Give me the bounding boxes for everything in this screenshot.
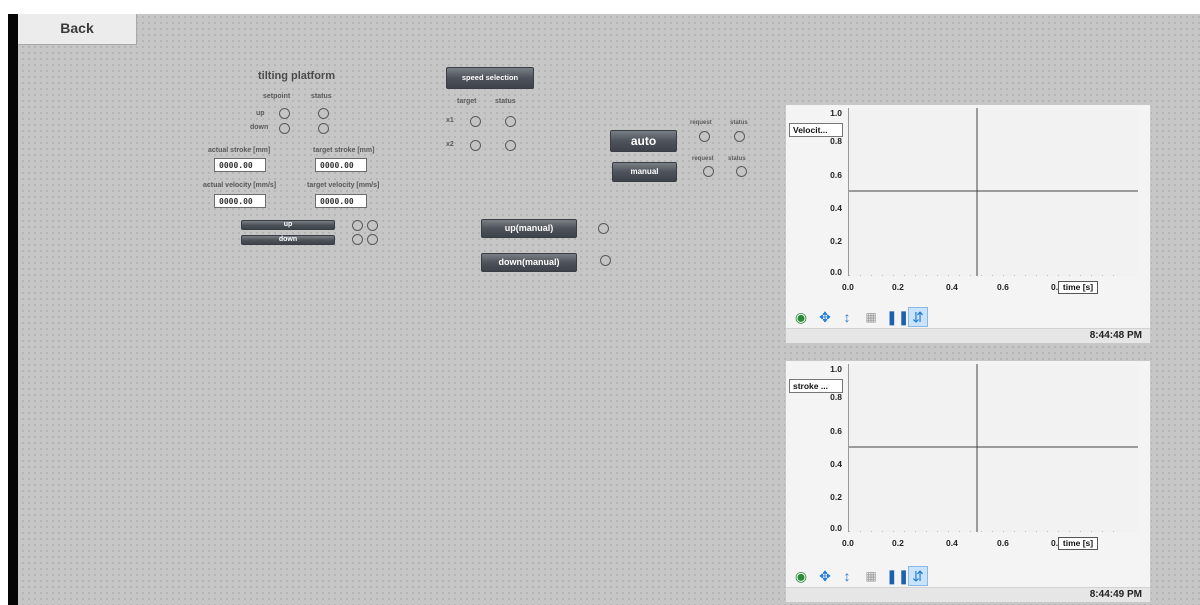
scale-icon[interactable]: ↕ (838, 567, 856, 585)
ruler-icon[interactable]: ⇵ (908, 566, 928, 586)
down-status-indicator (318, 123, 329, 134)
x-tick: 0.6 (997, 538, 1009, 548)
trend-time: 8:44:48 PM (1089, 330, 1142, 341)
trend-time: 8:44:49 PM (1089, 589, 1142, 600)
y-tick: 0.4 (830, 459, 842, 469)
manual-status-header: status (728, 156, 746, 162)
speed-row2-label: x2 (446, 141, 454, 148)
speed-row1-label: x1 (446, 117, 454, 124)
y-tick: 0.6 (830, 426, 842, 436)
trend-grid (849, 364, 1138, 532)
y-tick: 0.0 (830, 267, 842, 277)
x-tick: 0.4 (946, 538, 958, 548)
x-tick: 0.4 (946, 282, 958, 292)
speed2-status-indicator (505, 140, 516, 151)
auto-status-indicator (734, 131, 745, 142)
down-manual-indicator (600, 255, 611, 266)
up-indicator-2 (367, 220, 378, 231)
target-stroke-field[interactable]: 0000.00 (315, 158, 367, 172)
scale-icon[interactable]: ↕ (838, 308, 856, 326)
x-axis-label[interactable]: time [s] (1058, 281, 1098, 294)
down-indicator-2 (367, 234, 378, 245)
manual-status-indicator (736, 166, 747, 177)
speed-target-header: target (457, 98, 477, 105)
one-to-one-icon[interactable]: ▦ (862, 567, 880, 585)
back-button[interactable]: Back (18, 14, 137, 45)
x-tick: 0.6 (997, 282, 1009, 292)
actual-stroke-field: 0000.00 (214, 158, 266, 172)
target-velocity-field[interactable]: 0000.00 (315, 194, 367, 208)
up-row-label: up (256, 110, 265, 117)
pan-icon[interactable]: ✥ (816, 567, 834, 585)
y-tick: 0.2 (830, 236, 842, 246)
trend-plot-area[interactable] (848, 108, 1138, 276)
up-manual-button[interactable]: up(manual) (481, 219, 577, 238)
down-manual-button[interactable]: down(manual) (481, 253, 577, 272)
auto-status-header: status (730, 120, 748, 126)
actual-velocity-label: actual velocity [mm/s] (203, 182, 277, 189)
x-tick: 0.0 (842, 282, 854, 292)
series-label[interactable]: Velocit... (789, 123, 843, 137)
manual-request-header: request (692, 156, 714, 162)
actual-stroke-label: actual stroke [mm] (208, 147, 271, 154)
trend-statusbar: 8:44:49 PM (786, 587, 1150, 602)
target-velocity-label: target velocity [mm/s] (307, 182, 380, 189)
pan-icon[interactable]: ✥ (816, 308, 834, 326)
y-tick: 0.8 (830, 392, 842, 402)
x-tick: 0.2 (892, 538, 904, 548)
zoom-icon[interactable]: ◉ (792, 308, 810, 326)
trend-view-velocity[interactable]: Velocit... 1.0 0.8 0.6 0.4 0.2 0.0 0.0 0… (785, 104, 1151, 344)
down-setpoint-indicator (279, 123, 290, 134)
speed-selection-button[interactable]: speed selection (446, 67, 534, 89)
one-to-one-icon[interactable]: ▦ (862, 308, 880, 326)
setpoint-header: setpoint (263, 93, 291, 100)
speed1-target-indicator (470, 116, 481, 127)
series-label[interactable]: stroke ... (789, 379, 843, 393)
trend-plot-area[interactable] (848, 364, 1138, 532)
y-tick: 1.0 (830, 364, 842, 374)
y-tick: 0.2 (830, 492, 842, 502)
pause-icon[interactable]: ❚❚ (886, 308, 909, 326)
status-header: status (311, 93, 332, 100)
y-tick: 1.0 (830, 108, 842, 118)
down-indicator-1 (352, 234, 363, 245)
tilting-platform-title: tilting platform (258, 70, 335, 82)
down-button[interactable]: down (241, 235, 335, 245)
auto-request-indicator (699, 131, 710, 142)
up-status-indicator (318, 108, 329, 119)
down-row-label: down (250, 124, 269, 131)
target-stroke-label: target stroke [mm] (313, 147, 375, 154)
manual-button[interactable]: manual (612, 162, 677, 182)
y-tick: 0.6 (830, 170, 842, 180)
auto-request-header: request (690, 120, 712, 126)
x-tick: 0.0 (842, 538, 854, 548)
pause-icon[interactable]: ❚❚ (886, 567, 909, 585)
zoom-icon[interactable]: ◉ (792, 567, 810, 585)
trend-grid (849, 108, 1138, 276)
auto-button[interactable]: auto (610, 130, 677, 152)
x-axis-label[interactable]: time [s] (1058, 537, 1098, 550)
speed1-status-indicator (505, 116, 516, 127)
up-setpoint-indicator (279, 108, 290, 119)
y-tick: 0.4 (830, 203, 842, 213)
y-tick: 0.0 (830, 523, 842, 533)
up-button[interactable]: up (241, 220, 335, 230)
trend-view-stroke[interactable]: stroke ... 1.0 0.8 0.6 0.4 0.2 0.0 0.0 0… (785, 360, 1151, 603)
actual-velocity-field: 0000.00 (214, 194, 266, 208)
y-tick: 0.8 (830, 136, 842, 146)
manual-request-indicator (703, 166, 714, 177)
speed2-target-indicator (470, 140, 481, 151)
ruler-icon[interactable]: ⇵ (908, 307, 928, 327)
x-tick: 0.2 (892, 282, 904, 292)
left-edge-bar (8, 14, 18, 605)
up-manual-indicator (598, 223, 609, 234)
trend-statusbar: 8:44:48 PM (786, 328, 1150, 343)
speed-status-header: status (495, 98, 516, 105)
up-indicator-1 (352, 220, 363, 231)
